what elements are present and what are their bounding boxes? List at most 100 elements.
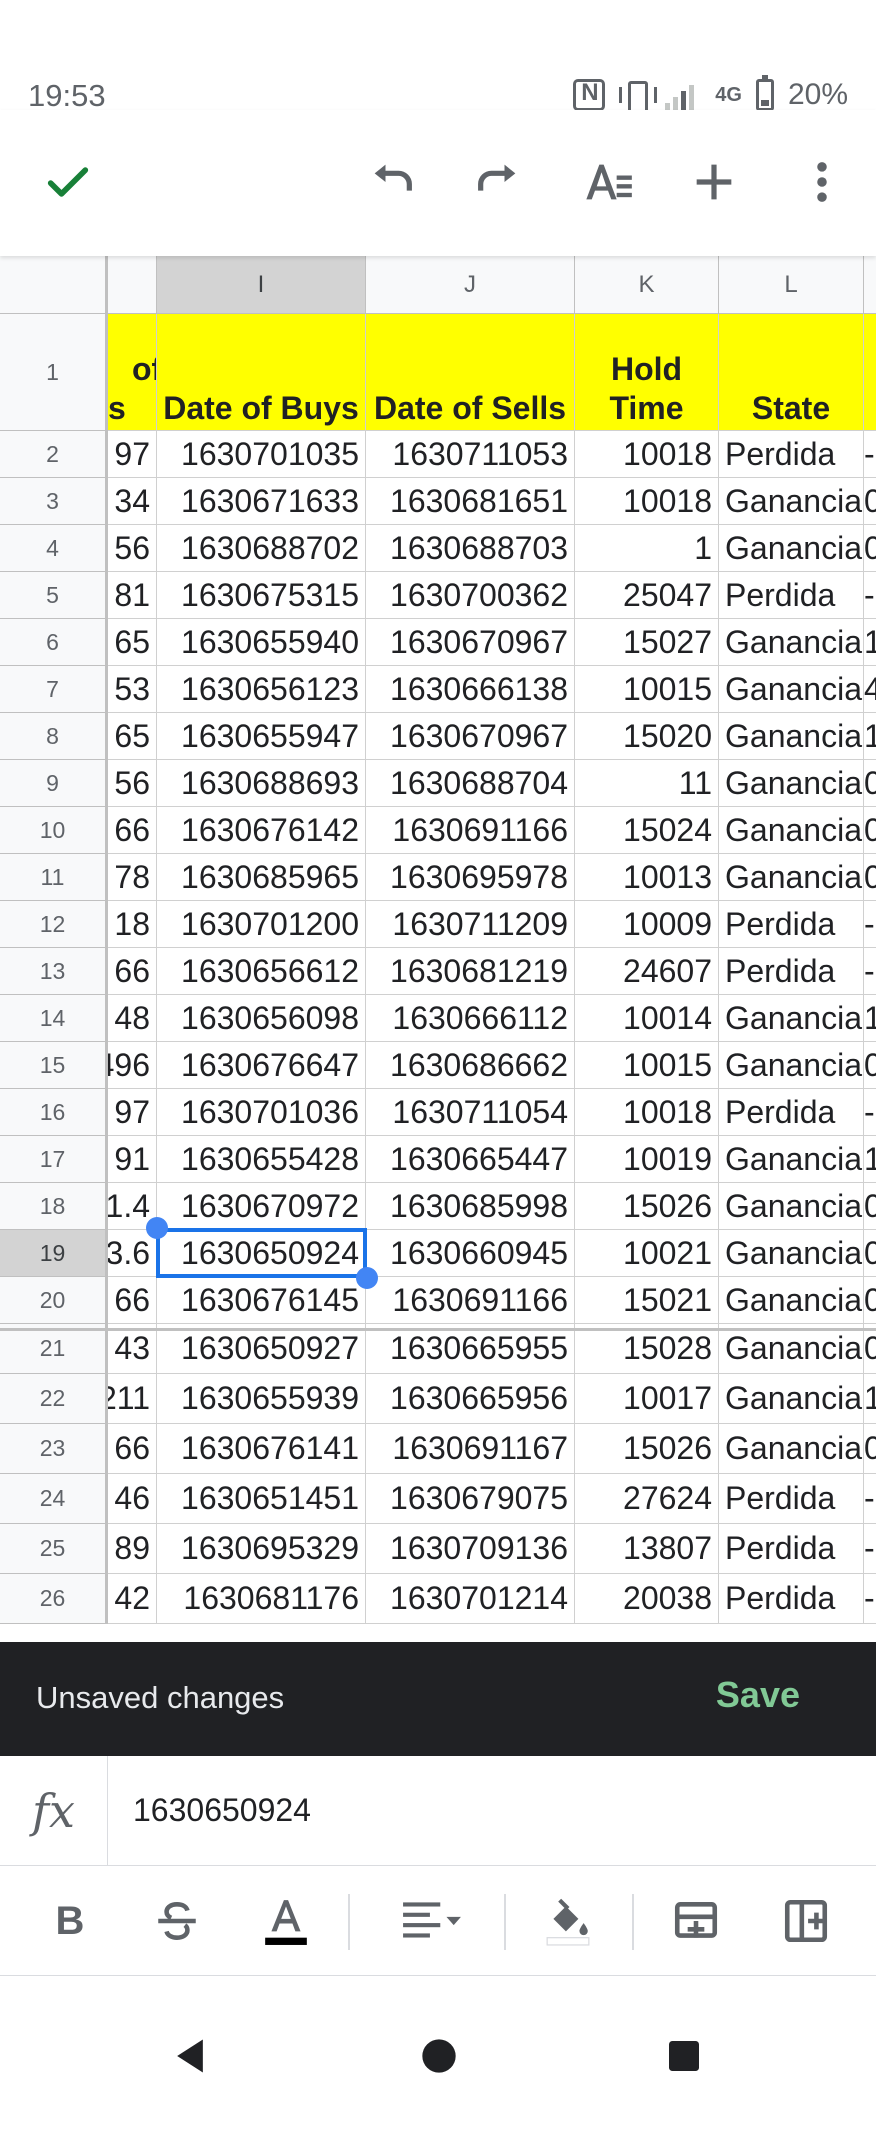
done-check-icon[interactable]: [36, 150, 100, 214]
cell-date-of-buys[interactable]: 1630655940: [157, 619, 366, 666]
cell-state[interactable]: Ganancia: [719, 525, 864, 572]
cell-h[interactable]: 65: [108, 713, 157, 760]
cell-date-of-buys[interactable]: 1630688693: [157, 760, 366, 807]
cell-state[interactable]: Ganancia: [719, 854, 864, 901]
cell-m[interactable]: -: [864, 1524, 876, 1574]
column-header-m[interactable]: [864, 256, 876, 314]
cell-h[interactable]: 81: [108, 572, 157, 619]
cell-state[interactable]: Perdida: [719, 572, 864, 619]
row-header-1[interactable]: 1: [0, 314, 108, 431]
cell-date-of-buys[interactable]: 1630671633: [157, 478, 366, 525]
cell-m[interactable]: 0: [864, 1324, 876, 1374]
row-header[interactable]: 11: [0, 854, 108, 901]
cell-h[interactable]: 97: [108, 431, 157, 478]
column-header-l[interactable]: L: [719, 256, 864, 314]
row-header[interactable]: 23: [0, 1424, 108, 1474]
cell-m[interactable]: 4: [864, 666, 876, 713]
cell-h[interactable]: 66: [108, 1277, 157, 1324]
cell-date-of-sells[interactable]: 1630691166: [366, 807, 575, 854]
cell-m[interactable]: -: [864, 431, 876, 478]
cell-hold-time[interactable]: 1: [575, 525, 719, 572]
cell-date-of-sells[interactable]: 1630688704: [366, 760, 575, 807]
cell-state[interactable]: Ganancia: [719, 619, 864, 666]
row-header[interactable]: 8: [0, 713, 108, 760]
row-header[interactable]: 21: [0, 1324, 108, 1374]
cell-hold-time[interactable]: 25047: [575, 572, 719, 619]
header-cell-state[interactable]: State: [719, 314, 864, 431]
text-color-icon[interactable]: [254, 1889, 318, 1953]
row-header[interactable]: 6: [0, 619, 108, 666]
cell-date-of-buys[interactable]: 1630695329: [157, 1524, 366, 1574]
spreadsheet-grid[interactable]: I J K L 1 of s Date of Buys Date of Sell…: [0, 256, 876, 1642]
cell-date-of-sells[interactable]: 1630701214: [366, 1574, 575, 1624]
cell-hold-time[interactable]: 15026: [575, 1424, 719, 1474]
row-header[interactable]: 15: [0, 1042, 108, 1089]
cell-date-of-sells[interactable]: 1630666112: [366, 995, 575, 1042]
cell-m[interactable]: 1: [864, 1136, 876, 1183]
cell-state[interactable]: Ganancia: [719, 1136, 864, 1183]
bold-button[interactable]: B: [38, 1889, 102, 1953]
cell-hold-time[interactable]: 10021: [575, 1230, 719, 1277]
cell-m[interactable]: 0: [864, 1042, 876, 1089]
cell-state[interactable]: Ganancia: [719, 478, 864, 525]
cell-h[interactable]: 89: [108, 1524, 157, 1574]
cell-hold-time[interactable]: 10018: [575, 431, 719, 478]
insert-row-icon[interactable]: [664, 1889, 728, 1953]
cell-hold-time[interactable]: 10014: [575, 995, 719, 1042]
cell-hold-time[interactable]: 15021: [575, 1277, 719, 1324]
cell-hold-time[interactable]: 10018: [575, 1089, 719, 1136]
cell-state[interactable]: Perdida: [719, 1474, 864, 1524]
selection-handle-bottom[interactable]: [356, 1267, 378, 1289]
cell-h[interactable]: 91: [108, 1136, 157, 1183]
cell-date-of-buys[interactable]: 1630650924: [157, 1230, 366, 1277]
cell-date-of-sells[interactable]: 1630660945: [366, 1230, 575, 1277]
row-header[interactable]: 19: [0, 1230, 108, 1277]
cell-date-of-sells[interactable]: 1630681651: [366, 478, 575, 525]
cell-h[interactable]: 42: [108, 1574, 157, 1624]
undo-icon[interactable]: [360, 150, 424, 214]
row-header[interactable]: 18: [0, 1183, 108, 1230]
more-options-icon[interactable]: [790, 150, 854, 214]
cell-m[interactable]: -: [864, 1574, 876, 1624]
cell-h[interactable]: 65: [108, 619, 157, 666]
cell-m[interactable]: 0: [864, 1277, 876, 1324]
cell-date-of-buys[interactable]: 1630656123: [157, 666, 366, 713]
align-dropdown-icon[interactable]: [390, 1889, 474, 1953]
cell-hold-time[interactable]: 10017: [575, 1374, 719, 1424]
cell-date-of-buys[interactable]: 1630656612: [157, 948, 366, 995]
cell-m[interactable]: 1: [864, 619, 876, 666]
cell-m[interactable]: 1: [864, 1374, 876, 1424]
selection-handle-top[interactable]: [146, 1217, 168, 1239]
cell-hold-time[interactable]: 15028: [575, 1324, 719, 1374]
cell-date-of-buys[interactable]: 1630655939: [157, 1374, 366, 1424]
cell-date-of-buys[interactable]: 1630701036: [157, 1089, 366, 1136]
cell-state[interactable]: Ganancia: [719, 760, 864, 807]
cell-date-of-sells[interactable]: 1630688703: [366, 525, 575, 572]
insert-plus-icon[interactable]: [682, 150, 746, 214]
recents-icon[interactable]: [654, 2026, 714, 2086]
cell-m[interactable]: 1: [864, 995, 876, 1042]
cell-state[interactable]: Ganancia: [719, 1230, 864, 1277]
cell-h[interactable]: 56: [108, 525, 157, 572]
cell-date-of-buys[interactable]: 1630676145: [157, 1277, 366, 1324]
cell-h[interactable]: 66: [108, 1424, 157, 1474]
cell-state[interactable]: Perdida: [719, 901, 864, 948]
cell-m[interactable]: 0: [864, 1230, 876, 1277]
cell-date-of-buys[interactable]: 1630670972: [157, 1183, 366, 1230]
cell-date-of-sells[interactable]: 1630685998: [366, 1183, 575, 1230]
save-button[interactable]: Save: [716, 1674, 800, 1716]
cell-date-of-buys[interactable]: 1630676141: [157, 1424, 366, 1474]
cell-h[interactable]: 18: [108, 901, 157, 948]
cell-date-of-sells[interactable]: 1630665956: [366, 1374, 575, 1424]
row-header[interactable]: 9: [0, 760, 108, 807]
cell-state[interactable]: Ganancia: [719, 666, 864, 713]
row-header[interactable]: 4: [0, 525, 108, 572]
cell-m[interactable]: 0: [864, 807, 876, 854]
cell-date-of-buys[interactable]: 1630701200: [157, 901, 366, 948]
cell-hold-time[interactable]: 15027: [575, 619, 719, 666]
cell-h[interactable]: 46: [108, 1474, 157, 1524]
header-cell-hold-time[interactable]: Hold Time: [575, 314, 719, 431]
cell-state[interactable]: Ganancia: [719, 1424, 864, 1474]
cell-date-of-sells[interactable]: 1630691166: [366, 1277, 575, 1324]
row-header[interactable]: 22: [0, 1374, 108, 1424]
